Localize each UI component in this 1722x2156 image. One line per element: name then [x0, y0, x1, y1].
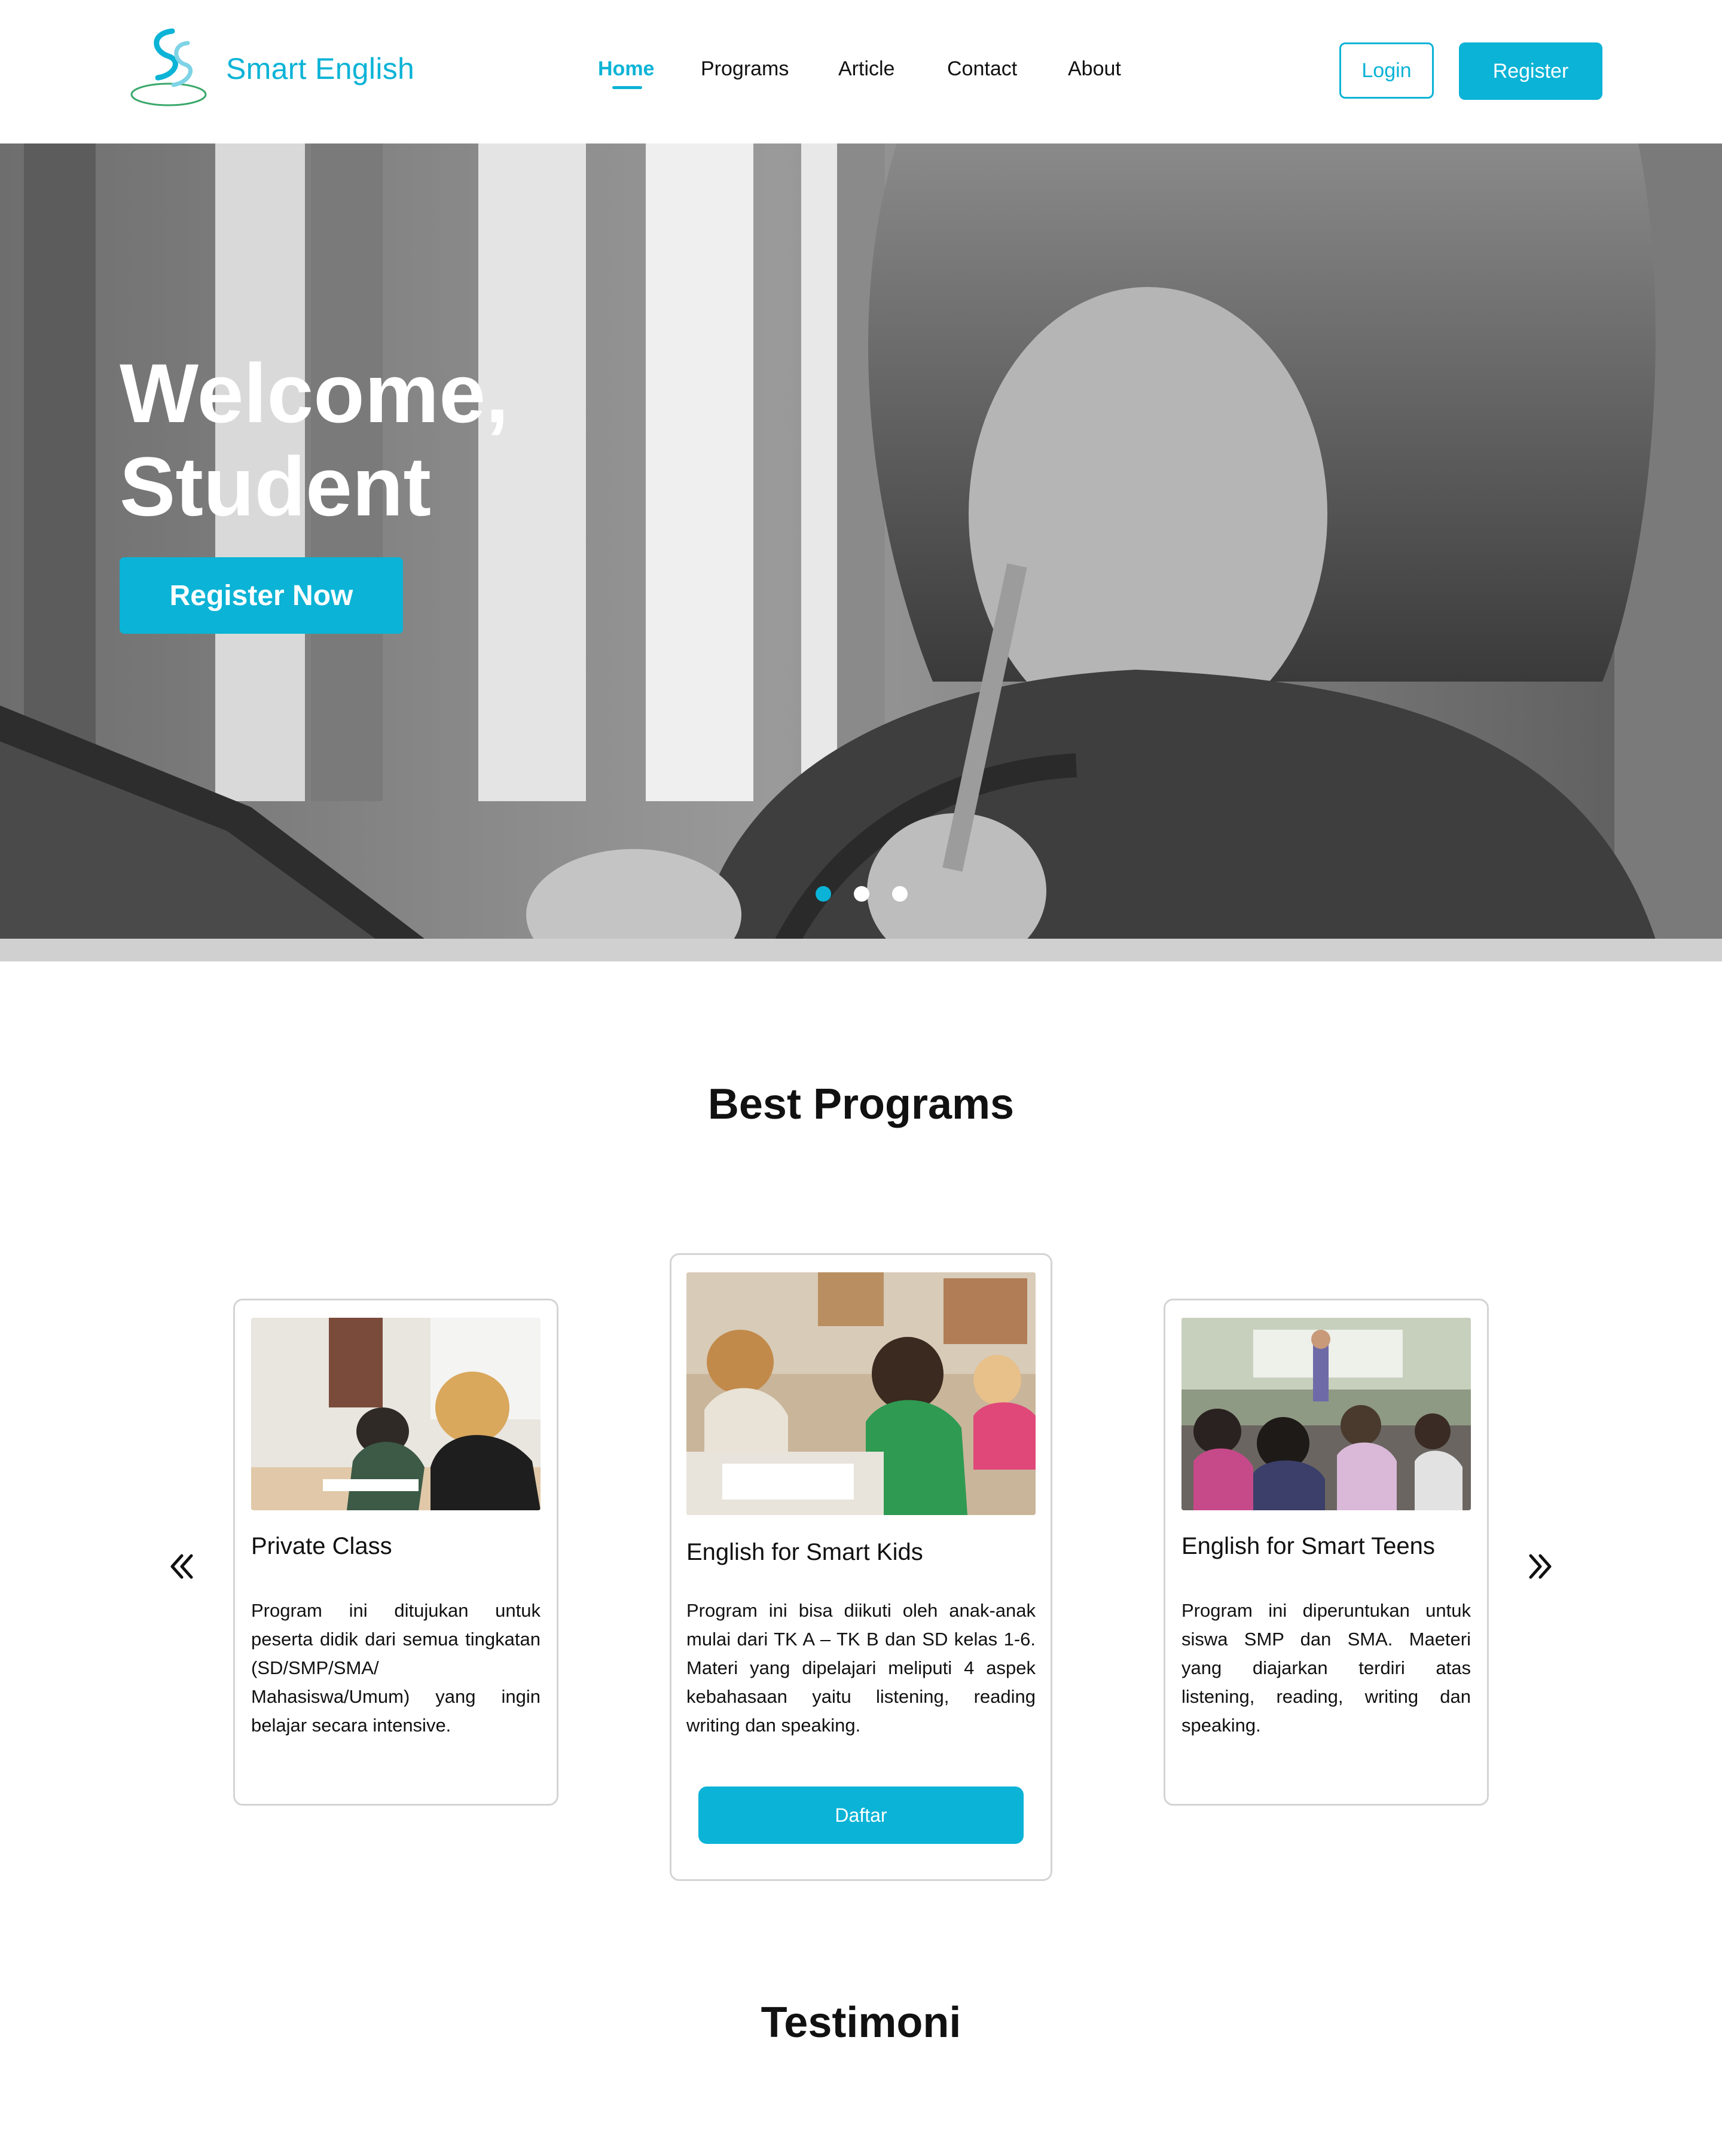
program-desc-private-class: Program ini ditujukan untuk peserta didi…	[251, 1600, 541, 1736]
nav-active-underline	[612, 86, 642, 89]
nav-about[interactable]: About	[1068, 57, 1121, 81]
program-desc-smart-teens: Program ini diperuntukan untuk siswa SMP…	[1181, 1600, 1471, 1736]
program-title-smart-kids: English for Smart Kids	[686, 1539, 923, 1565]
nav-article[interactable]: Article	[838, 57, 894, 81]
program-image-private-class	[251, 1318, 541, 1510]
ss-swirl-logo-icon[interactable]	[127, 28, 210, 111]
double-chevron-left-icon[interactable]	[164, 1549, 200, 1584]
hero-title: Welcome, Student	[120, 347, 509, 533]
brand-name[interactable]: Smart English	[226, 51, 414, 86]
login-button[interactable]: Login	[1339, 42, 1434, 99]
nav-contact[interactable]: Contact	[947, 57, 1017, 81]
navbar: Smart English Home Programs Article Cont…	[0, 0, 1722, 143]
testimoni-title: Testimoni	[761, 1999, 961, 2047]
slide-dot-1[interactable]	[816, 886, 831, 902]
nav-home[interactable]: Home	[598, 57, 654, 81]
hero-title-line1: Welcome,	[120, 346, 509, 440]
program-image-smart-kids	[686, 1272, 1036, 1515]
hero-title-line2: Student	[120, 439, 432, 533]
hero-slider: Welcome, Student Register Now	[0, 143, 1722, 961]
daftar-button[interactable]: Daftar	[698, 1787, 1024, 1844]
register-button[interactable]: Register	[1459, 42, 1602, 100]
slide-dot-2[interactable]	[854, 886, 869, 902]
program-title-smart-teens: English for Smart Teens	[1181, 1533, 1435, 1559]
program-title-private-class: Private Class	[251, 1533, 392, 1559]
program-image-smart-teens	[1181, 1318, 1471, 1510]
best-programs-title: Best Programs	[707, 1080, 1015, 1128]
program-desc-smart-kids: Program ini bisa diikuti oleh anak-anak …	[686, 1600, 1036, 1736]
register-now-button[interactable]: Register Now	[120, 557, 403, 634]
double-chevron-right-icon[interactable]	[1522, 1549, 1558, 1584]
hero-background-image	[0, 143, 1722, 961]
nav-programs[interactable]: Programs	[701, 57, 789, 81]
slide-dot-3[interactable]	[892, 886, 908, 902]
